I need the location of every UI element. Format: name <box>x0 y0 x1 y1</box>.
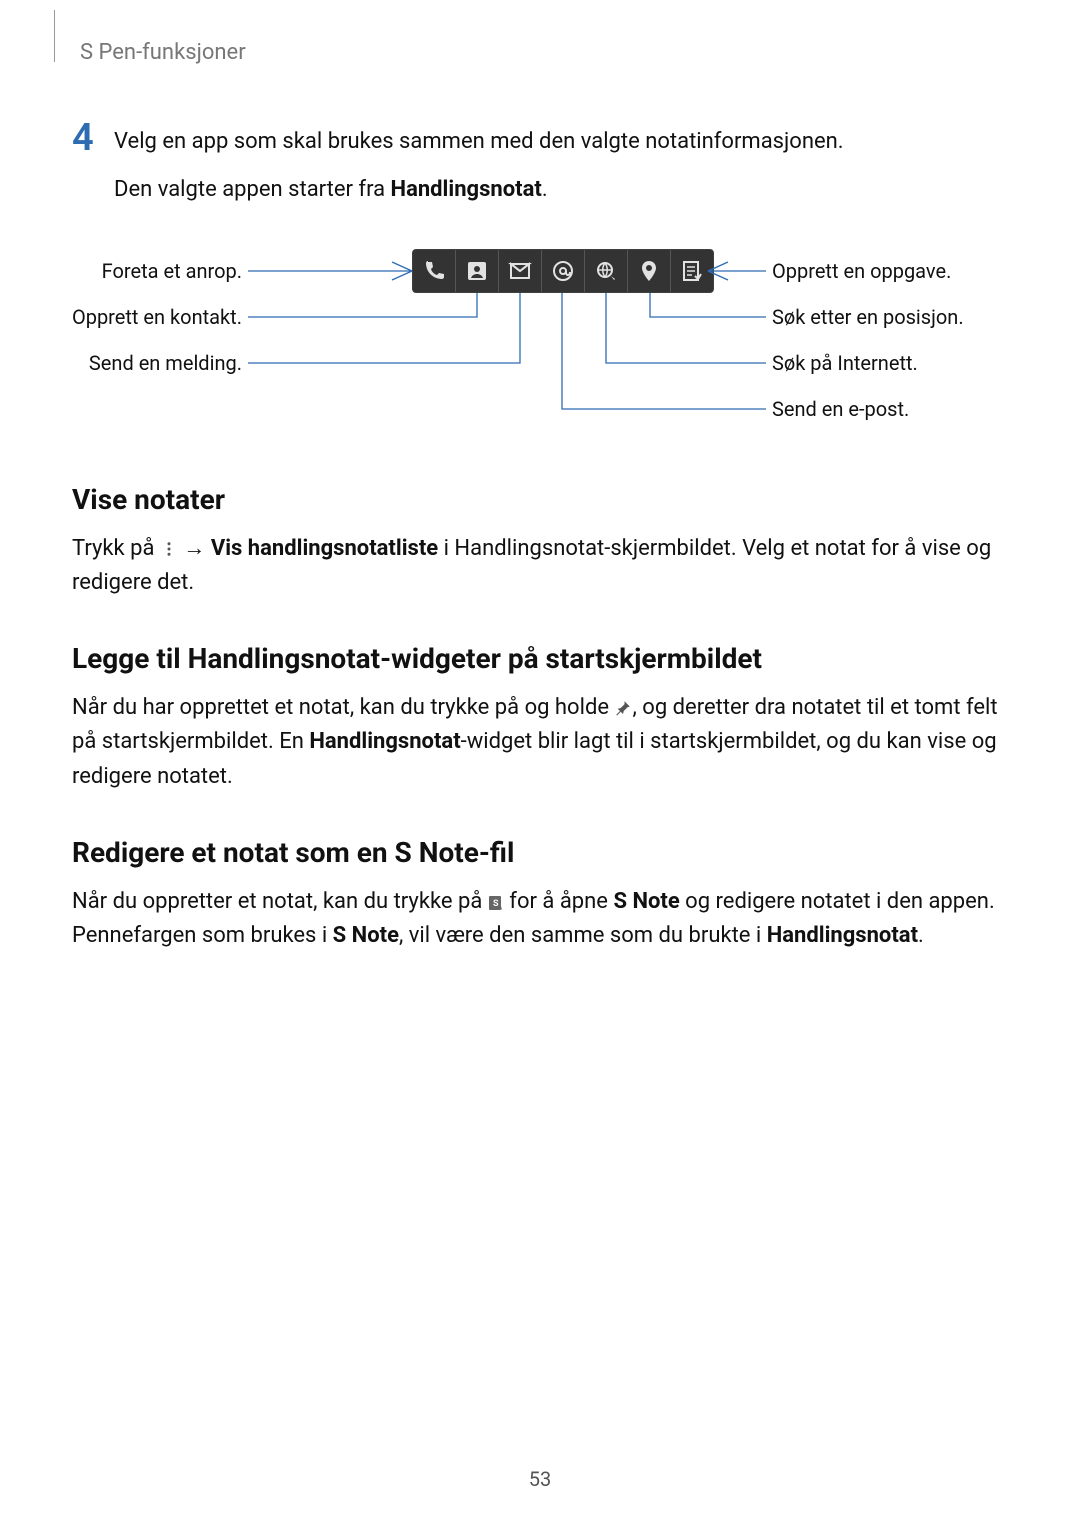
heading-vise-notater: Vise notater <box>72 483 1008 516</box>
heading-widgets: Legge til Handlingsnotat-widgeter på sta… <box>72 642 1008 675</box>
step-4-body: Velg en app som skal brukes sammen med d… <box>114 125 1008 221</box>
step-4-line-1: Velg en app som skal brukes sammen med d… <box>114 125 1008 159</box>
step-4-line-2: Den valgte appen starter fra Handlingsno… <box>114 173 1008 207</box>
page-number: 53 <box>0 1467 1080 1491</box>
heading-snote: Redigere et notat som en S Note-fil <box>72 836 1008 869</box>
snote-icon: S <box>488 888 504 904</box>
svg-text:S: S <box>493 899 499 909</box>
sec3-paragraph: Når du oppretter et notat, kan du trykke… <box>72 885 1008 953</box>
action-memo-figure: Foreta et anrop. Opprett en kontakt. Sen… <box>72 241 1008 441</box>
sec2-paragraph: Når du har opprettet et notat, kan du tr… <box>72 691 1008 793</box>
sec1-paragraph: Trykk på → Vis handlingsnotatliste i Han… <box>72 532 1008 600</box>
pin-icon <box>614 694 632 712</box>
connector-lines <box>72 241 1012 441</box>
more-icon <box>160 535 178 553</box>
step-number-4: 4 <box>72 119 114 157</box>
page-header: S Pen-funksjoner <box>80 40 1008 65</box>
